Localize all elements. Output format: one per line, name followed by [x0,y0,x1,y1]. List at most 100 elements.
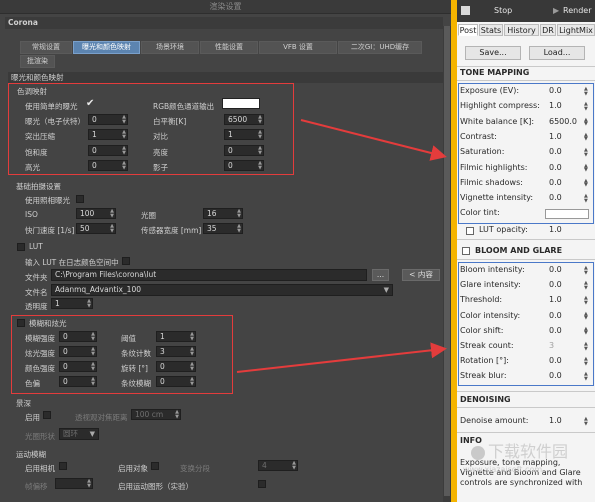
rgb-output-color-swatch[interactable] [222,98,260,109]
spinner-arrows-icon[interactable]: ▲ ▼ [584,266,588,276]
spinner-arrows-icon[interactable]: ▲ ▼ [584,117,588,127]
tab-general[interactable]: 常规设置 [20,41,72,54]
spinner-arrows-icon[interactable]: ▲ ▼ [122,146,126,156]
tab-dr[interactable]: DR [540,24,556,36]
spinner-arrows-icon[interactable]: ▲ ▼ [122,115,126,125]
row-value[interactable]: 6500.0 [549,117,577,126]
spinner-arrows-icon[interactable]: ▲ ▼ [190,377,194,387]
row-value[interactable]: 0.0 [549,280,562,289]
row-value[interactable]: 0.0 [549,326,562,335]
aperture-spinner[interactable]: 16 ▲ ▼ [203,208,243,219]
shadows-spinner[interactable]: 0 ▲ ▼ [224,160,264,171]
tab-exposure-color-mapping[interactable]: 曝光和颜色映射 [73,41,140,54]
corona-rollout-header[interactable]: Corona [5,17,443,29]
color-tint-swatch[interactable] [545,209,589,220]
contrast-spinner[interactable]: 1 ▲ ▼ [224,129,264,140]
spinner-arrows-icon[interactable]: ▲ ▼ [175,410,179,420]
spinner-arrows-icon[interactable]: ▲ ▼ [584,281,588,291]
spinner-arrows-icon[interactable]: ▲ ▼ [91,377,95,387]
spinner-arrows-icon[interactable]: ▲ ▼ [584,102,588,112]
motion-enable-objects-checkbox[interactable] [151,462,159,470]
row-value[interactable]: 0.0 [549,356,562,365]
spinner-arrows-icon[interactable]: ▲ ▼ [190,347,194,357]
highlights-spinner[interactable]: 0 ▲ ▼ [88,160,128,171]
transform-segments-spinner[interactable]: 4 ▲ ▼ [258,460,298,471]
tab-vfb-settings[interactable]: VFB 设置 [259,41,337,54]
spinner-arrows-icon[interactable]: ▲ ▼ [258,115,262,125]
spinner-arrows-icon[interactable]: ▲ ▼ [258,161,262,171]
row-value[interactable]: 1.0 [549,101,562,110]
aperture-shape-dropdown[interactable]: 圆环 ▼ [59,428,99,440]
load-button[interactable]: Load... [529,46,585,60]
spinner-arrows-icon[interactable]: ▲ ▼ [87,299,91,309]
spinner-arrows-icon[interactable]: ▲ ▼ [584,296,588,306]
row-value[interactable]: 0.0 [549,163,562,172]
render-icon[interactable]: ▶ [553,5,559,17]
spinner-arrows-icon[interactable]: ▲ ▼ [258,130,262,140]
row-value[interactable]: 3 [549,341,554,350]
streak-count-spinner[interactable]: 3 ▲ ▼ [156,346,196,357]
spinner-arrows-icon[interactable]: ▲ ▼ [584,311,588,321]
iso-spinner[interactable]: 100 ▲ ▼ [76,208,116,219]
stop-button[interactable]: Stop [494,5,512,17]
spinner-arrows-icon[interactable]: ▲ ▼ [584,132,588,142]
exposure-spinner[interactable]: 0 ▲ ▼ [88,114,128,125]
tab-lightmix[interactable]: LightMix [557,24,595,36]
spinner-arrows-icon[interactable]: ▲ ▼ [110,224,114,234]
spinner-arrows-icon[interactable]: ▲ ▼ [584,417,588,427]
threshold-spinner[interactable]: 1 ▲ ▼ [156,331,196,342]
lut-opacity-value[interactable]: 1.0 [549,225,562,234]
settings-scrollbar[interactable] [443,26,451,502]
spinner-arrows-icon[interactable]: ▲ ▼ [584,178,588,188]
spinner-arrows-icon[interactable]: ▲ ▼ [237,224,241,234]
row-value[interactable]: 0.0 [549,178,562,187]
lut-log-input-checkbox[interactable] [122,257,130,265]
spinner-arrows-icon[interactable]: ▲ ▼ [584,148,588,158]
highlight-compress-spinner[interactable]: 1 ▲ ▼ [88,129,128,140]
spinner-arrows-icon[interactable]: ▲ ▼ [122,161,126,171]
chevron-down-icon[interactable]: ▼ [90,429,95,439]
frame-offset-spinner[interactable]: ▲ ▼ [55,478,93,489]
tab-stats[interactable]: Stats [479,24,503,36]
saturation-spinner[interactable]: 0 ▲ ▼ [88,145,128,156]
bloom-glare-checkbox[interactable] [462,247,470,255]
save-button[interactable]: Save... [465,46,521,60]
row-value[interactable]: 1.0 [549,132,562,141]
lut-opacity-checkbox[interactable] [466,227,474,235]
tab-post[interactable]: Post [458,24,478,36]
dof-focus-distance-spinner[interactable]: 100 cm ▲ ▼ [131,409,181,420]
bloom-glare-checkbox[interactable] [17,319,25,327]
tab-history[interactable]: History [504,24,539,36]
row-value[interactable]: 0.0 [549,265,562,274]
spinner-arrows-icon[interactable]: ▲ ▼ [584,372,588,382]
spinner-arrows-icon[interactable]: ▲ ▼ [190,332,194,342]
spinner-arrows-icon[interactable]: ▲ ▼ [584,326,588,336]
spinner-arrows-icon[interactable]: ▲ ▼ [110,209,114,219]
spinner-arrows-icon[interactable]: ▲ ▼ [584,194,588,204]
scrollbar-thumb[interactable] [444,26,450,496]
bloom-intensity-spinner[interactable]: 0 ▲ ▼ [59,331,97,342]
dof-enable-checkbox[interactable] [43,411,51,419]
spinner-arrows-icon[interactable]: ▲ ▼ [122,130,126,140]
chevron-down-icon[interactable]: ▼ [384,285,389,295]
lut-checkbox[interactable] [17,243,25,251]
stop-icon[interactable] [461,6,470,15]
use-camera-exposure-checkbox[interactable] [76,195,84,203]
sensor-width-spinner[interactable]: 35 ▲ ▼ [203,223,243,234]
row-value[interactable]: 1.0 [549,295,562,304]
motion-geometry-checkbox[interactable] [258,480,266,488]
row-value[interactable]: 0.0 [549,311,562,320]
rotation-spinner[interactable]: 0 ▲ ▼ [156,361,196,372]
lut-folder-field[interactable]: C:\Program Files\corona\lut [51,269,367,281]
spinner-arrows-icon[interactable]: ▲ ▼ [584,342,588,352]
spinner-arrows-icon[interactable]: ▲ ▼ [237,209,241,219]
lut-browse-button[interactable]: ... [372,269,389,281]
spinner-arrows-icon[interactable]: ▲ ▼ [584,87,588,97]
lut-content-button[interactable]: < 内容 [402,269,440,281]
spinner-arrows-icon[interactable]: ▲ ▼ [87,479,91,489]
color-shift-spinner[interactable]: 0 ▲ ▼ [59,376,97,387]
spinner-arrows-icon[interactable]: ▲ ▼ [190,362,194,372]
lut-file-dropdown[interactable]: Adanmq_Advantix_100 ▼ [51,284,393,296]
color-intensity-spinner[interactable]: 0 ▲ ▼ [59,361,97,372]
spinner-arrows-icon[interactable]: ▲ ▼ [292,461,296,471]
